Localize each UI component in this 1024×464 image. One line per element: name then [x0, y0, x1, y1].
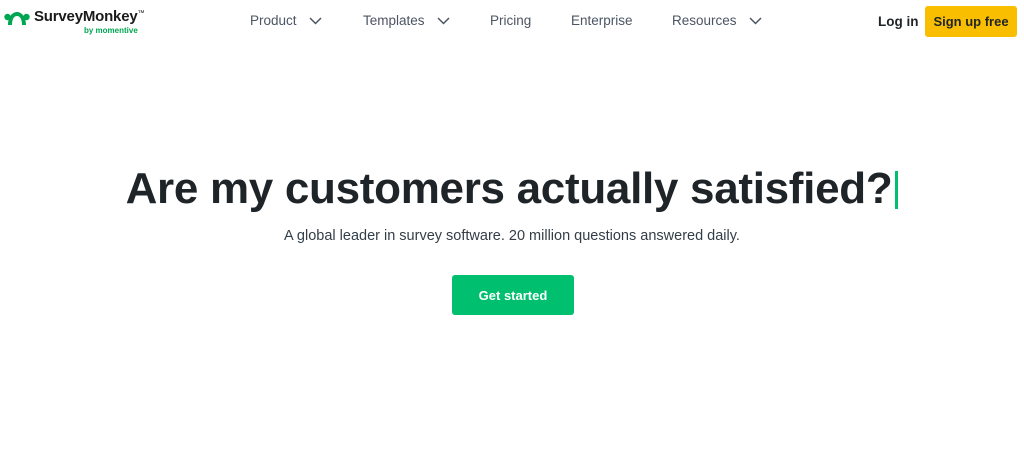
get-started-button[interactable]: Get started [452, 275, 574, 315]
typing-caret [895, 171, 899, 209]
nav-item-pricing[interactable]: Pricing [490, 13, 531, 28]
chevron-down-icon [749, 16, 762, 25]
chevron-down-icon [437, 16, 450, 25]
nav-item-label: Product [250, 13, 297, 28]
hero-subtitle: A global leader in survey software. 20 m… [284, 228, 740, 244]
chevron-down-icon [309, 16, 322, 25]
surveymonkey-logo-icon [4, 12, 30, 25]
nav-item-enterprise[interactable]: Enterprise [571, 13, 633, 28]
page: SurveyMonkey™ by momentive Product Templ… [0, 0, 1024, 464]
signup-button[interactable]: Sign up free [925, 6, 1017, 37]
brand-tagline: by momentive [84, 26, 138, 35]
brand-trademark: ™ [137, 10, 145, 17]
nav-item-resources[interactable]: Resources [672, 13, 762, 28]
brand-logo-link[interactable]: SurveyMonkey™ by momentive [4, 6, 144, 38]
hero-title-text: Are my customers actually satisfied? [125, 164, 893, 213]
login-link[interactable]: Log in [878, 14, 919, 29]
nav-item-label: Templates [363, 13, 425, 28]
site-header: SurveyMonkey™ by momentive Product Templ… [0, 0, 1024, 44]
nav-item-label: Enterprise [571, 13, 633, 28]
nav-item-product[interactable]: Product [250, 13, 322, 28]
nav-item-templates[interactable]: Templates [363, 13, 450, 28]
nav-item-label: Resources [672, 13, 737, 28]
hero-title: Are my customers actually satisfied? [0, 163, 1024, 215]
brand-name: SurveyMonkey™ [34, 8, 145, 25]
nav-item-label: Pricing [490, 13, 532, 28]
